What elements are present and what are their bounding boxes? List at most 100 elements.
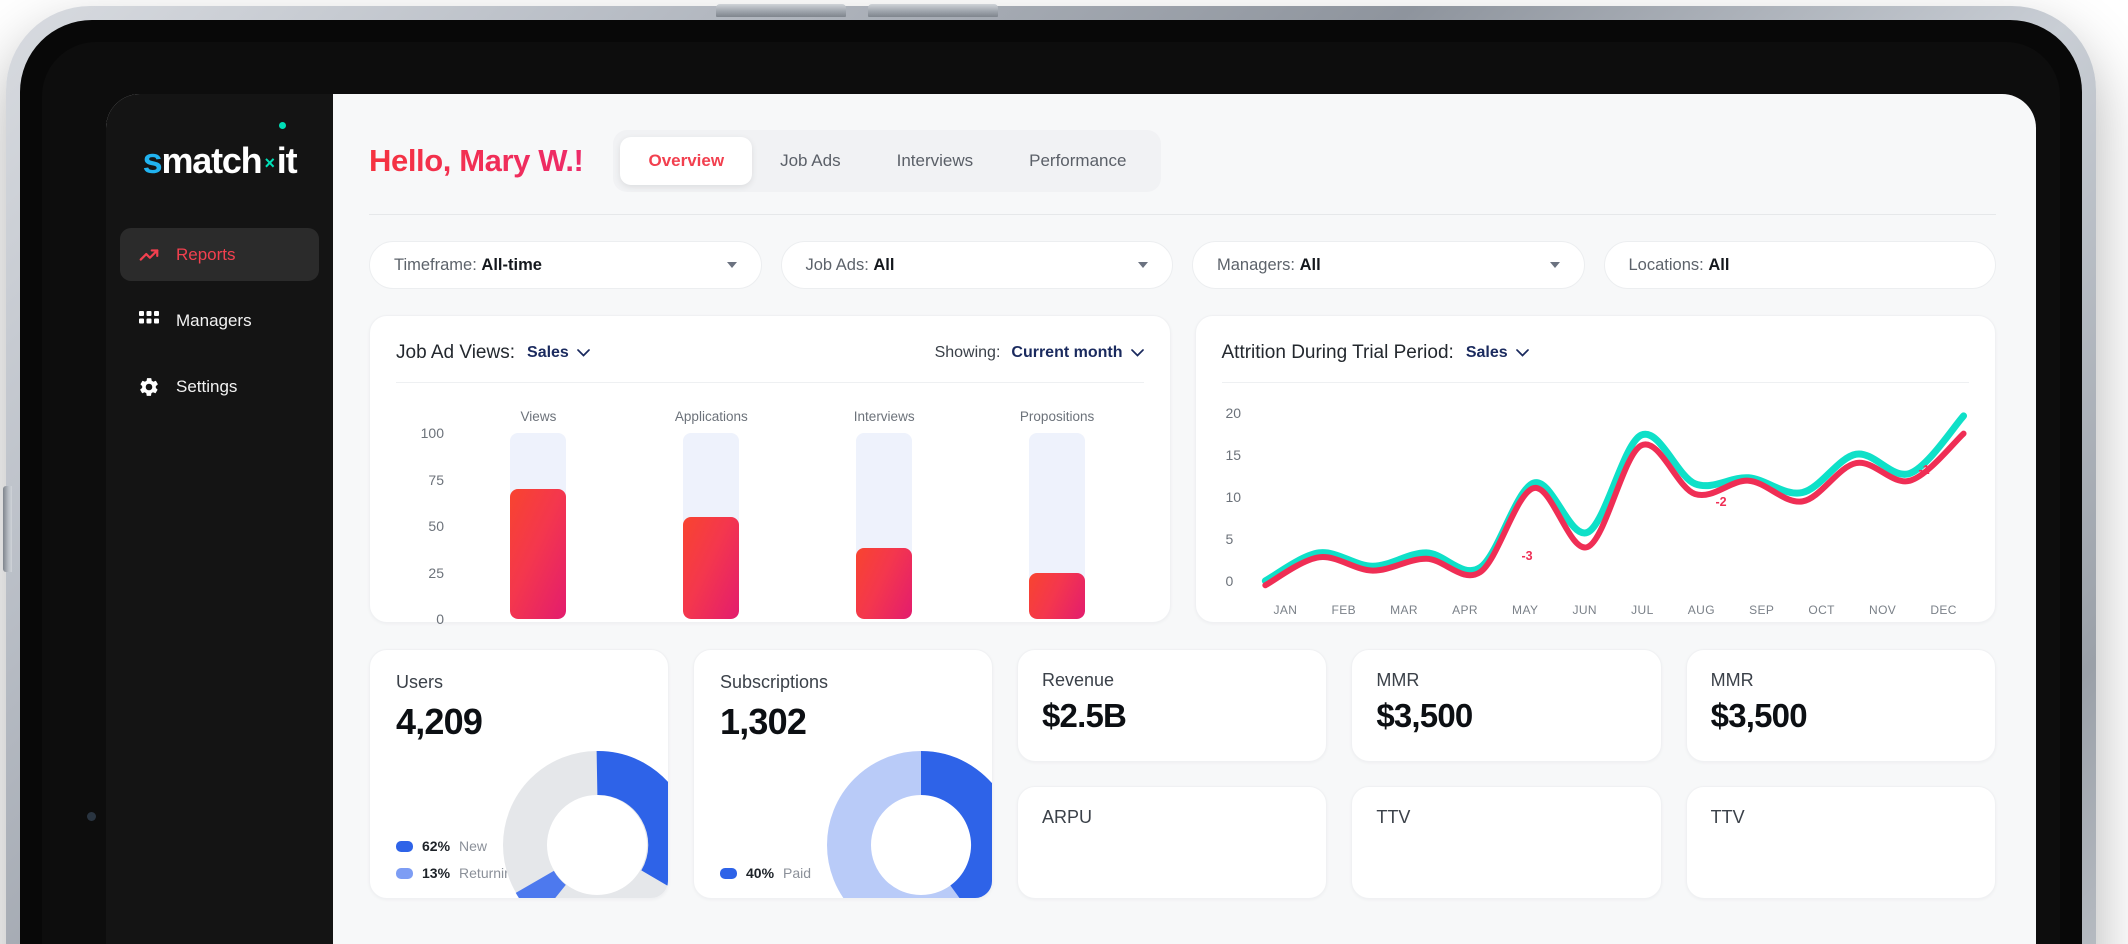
- tab-bar: Overview Job Ads Interviews Performance: [613, 130, 1162, 192]
- charts-row: Job Ad Views: Sales Showing: Current mon…: [369, 315, 1996, 627]
- legend-name: Paid: [783, 865, 812, 881]
- kpi-row-bottom: ARPU TTV TTV: [1017, 786, 1996, 899]
- tab-interviews[interactable]: Interviews: [869, 137, 1002, 185]
- y-tick: 5: [1225, 531, 1234, 547]
- metric-value: 1,302: [720, 701, 807, 742]
- chevron-down-icon: [576, 349, 590, 357]
- volume-up-button[interactable]: [716, 4, 846, 17]
- annotation-minus-3: -3: [1521, 549, 1533, 563]
- job-ad-views-card: Job Ad Views: Sales Showing: Current mon…: [369, 315, 1171, 627]
- bar-label: Applications: [674, 409, 748, 424]
- kpi-grid: Revenue $2.5B MMR $3,500 MMR $3,500 ARPU…: [1017, 649, 1996, 899]
- legend-pct: 62%: [422, 838, 451, 854]
- legend-item: 40% Paid: [720, 865, 811, 881]
- sidebar-item-settings[interactable]: Settings: [120, 360, 319, 413]
- trending-up-icon: [138, 244, 160, 266]
- users-donut-chart: [503, 751, 668, 898]
- mmr-card-1: MMR $3,500: [1351, 649, 1662, 762]
- power-button[interactable]: [3, 486, 12, 572]
- showing-select[interactable]: Current month: [1011, 344, 1144, 362]
- volume-down-button[interactable]: [868, 4, 998, 17]
- tab-performance[interactable]: Performance: [1001, 137, 1154, 185]
- legend-swatch-icon: [720, 867, 737, 879]
- filter-prefix: Locations:: [1628, 255, 1704, 274]
- bar-column-applications[interactable]: Applications: [675, 401, 748, 619]
- subscriptions-card: Subscriptions 1,302 40% Paid: [693, 649, 993, 899]
- filter-value: All: [873, 255, 895, 274]
- legend-swatch-icon: [396, 867, 413, 879]
- mmr-card-2: MMR $3,500: [1685, 649, 1996, 762]
- y-tick: 75: [428, 471, 444, 488]
- bar-column-propositions[interactable]: Propositions: [1020, 401, 1094, 619]
- legend-pct: 13%: [422, 865, 451, 881]
- header-divider: [369, 214, 1996, 215]
- x-tick: AUG: [1687, 603, 1715, 617]
- logo-it: it: [276, 122, 298, 182]
- chevron-down-icon: [1138, 262, 1148, 268]
- page-header: Hello, Mary W.! Overview Job Ads Intervi…: [369, 130, 1996, 192]
- job-ad-views-header: Job Ad Views: Sales Showing: Current mon…: [396, 338, 1144, 368]
- attrition-card: Attrition During Trial Period: Sales 20 …: [1194, 315, 1996, 623]
- camera-dot-icon: [87, 812, 96, 821]
- x-tick: SEP: [1749, 603, 1775, 617]
- legend-pct: 40%: [746, 865, 775, 881]
- y-tick: 25: [428, 564, 444, 581]
- metric-value: 4,209: [396, 701, 483, 742]
- x-tick: APR: [1452, 603, 1478, 617]
- logo-it-text: it: [276, 140, 298, 181]
- tab-job-ads[interactable]: Job Ads: [752, 137, 869, 185]
- filter-job-ads[interactable]: Job Ads: All: [780, 241, 1173, 289]
- tab-overview[interactable]: Overview: [620, 137, 753, 185]
- x-tick: JUL: [1631, 603, 1654, 617]
- logo-dot-icon: [278, 122, 286, 129]
- chevron-down-icon: [726, 262, 737, 268]
- legend-swatch-icon: [396, 840, 413, 852]
- y-tick: 15: [1225, 447, 1242, 463]
- app-window: s match × it Reports Managers Settings H…: [106, 94, 2036, 944]
- showing-value: Current month: [1011, 344, 1123, 361]
- bar-label: Views: [520, 409, 557, 424]
- bar-fill: [510, 488, 567, 619]
- ttv-card-2: TTV: [1685, 786, 1996, 899]
- bar-column-interviews[interactable]: Interviews: [851, 401, 917, 619]
- y-tick: 0: [1225, 573, 1234, 589]
- filter-timeframe[interactable]: Timeframe: All-time: [369, 241, 762, 289]
- metric-value: $2.5B: [1042, 697, 1127, 734]
- tablet-body: s match × it Reports Managers Settings H…: [20, 20, 2082, 944]
- filter-managers[interactable]: Managers: All: [1192, 241, 1585, 289]
- chevron-down-icon: [1515, 349, 1529, 357]
- bar-label: Propositions: [1019, 409, 1095, 424]
- page-title: Hello, Mary W.!: [369, 143, 584, 178]
- metric-value: $3,500: [1710, 697, 1808, 734]
- attrition-x-axis: JAN FEB MAR APR MAY JUN JUL AUG SEP OCT …: [1222, 599, 1970, 617]
- ttv-card-1: TTV: [1351, 786, 1662, 899]
- metric-label: MMR: [1376, 670, 1420, 690]
- sidebar-item-managers[interactable]: Managers: [120, 294, 319, 347]
- bar-track: [510, 433, 567, 619]
- metric-label: TTV: [1376, 807, 1411, 827]
- bar-fill: [1029, 572, 1086, 619]
- x-tick: MAY: [1512, 603, 1539, 617]
- filter-locations[interactable]: Locations: All: [1603, 241, 1996, 289]
- filter-prefix: Timeframe:: [394, 255, 477, 274]
- bar-fill: [856, 548, 913, 619]
- y-tick: 50: [428, 518, 444, 534]
- kpi-row-top: Revenue $2.5B MMR $3,500 MMR $3,500: [1017, 649, 1996, 762]
- attrition-series-select[interactable]: Sales: [1466, 344, 1529, 362]
- attrition-series-value: Sales: [1465, 344, 1508, 361]
- x-tick: DEC: [1930, 603, 1957, 617]
- logo-cross-icon: ×: [264, 153, 275, 173]
- metric-label: Revenue: [1042, 670, 1115, 690]
- sidebar-item-label: Reports: [176, 244, 236, 264]
- job-ad-views-chart: 100 75 50 25 0 Views Applications Interv…: [396, 383, 1144, 627]
- bar-track: [1029, 433, 1086, 619]
- job-ad-views-series-select[interactable]: Sales: [527, 344, 590, 362]
- legend-name: New: [459, 838, 488, 854]
- showing-label: Showing:: [934, 344, 1001, 361]
- x-tick: FEB: [1331, 603, 1357, 617]
- y-tick: 0: [436, 611, 444, 627]
- bar-chart-plot: Views Applications Interviews Propositio…: [452, 393, 1144, 619]
- bar-column-views[interactable]: Views: [505, 401, 571, 619]
- sidebar-item-reports[interactable]: Reports: [120, 228, 319, 281]
- attrition-line-svg: [1261, 412, 1967, 589]
